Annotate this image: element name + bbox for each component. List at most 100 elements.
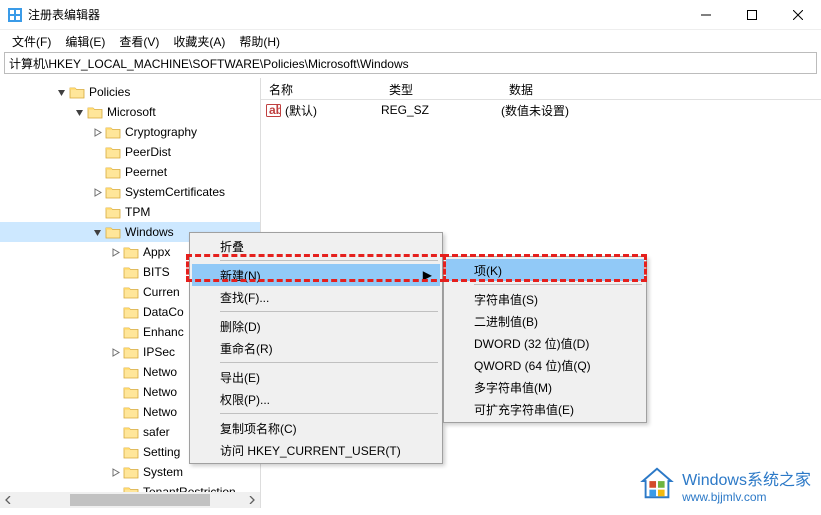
menu-file[interactable]: 文件(F) bbox=[6, 31, 57, 52]
ctx-new-multistring[interactable]: 多字符串值(M) bbox=[446, 376, 644, 398]
regedit-icon bbox=[8, 8, 22, 22]
menubar: 文件(F) 编辑(E) 查看(V) 收藏夹(A) 帮助(H) bbox=[0, 30, 821, 52]
submenu-arrow-icon: ▶ bbox=[423, 268, 432, 282]
ctx-separator bbox=[220, 311, 438, 312]
ctx-new-key[interactable]: 项(K) bbox=[446, 259, 644, 281]
tree-item[interactable]: Microsoft bbox=[0, 102, 260, 122]
chevron-right-icon[interactable] bbox=[90, 185, 104, 199]
col-data[interactable]: 数据 bbox=[501, 78, 821, 99]
watermark-main: Windows系统之家 bbox=[682, 466, 811, 490]
window-controls bbox=[683, 0, 821, 29]
ctx-export[interactable]: 导出(E) bbox=[192, 366, 440, 388]
tree-item-label: System bbox=[143, 465, 183, 479]
folder-icon bbox=[123, 325, 139, 339]
watermark: Windows系统之家 www.bjjmlv.com bbox=[638, 464, 811, 505]
maximize-button[interactable] bbox=[729, 0, 775, 29]
menu-help[interactable]: 帮助(H) bbox=[233, 31, 286, 52]
ctx-new-string[interactable]: 字符串值(S) bbox=[446, 288, 644, 310]
ctx-goto-hkcu[interactable]: 访问 HKEY_CURRENT_USER(T) bbox=[192, 439, 440, 461]
menu-favorites[interactable]: 收藏夹(A) bbox=[167, 31, 231, 52]
tree-item-label: Setting bbox=[143, 445, 180, 459]
tree-item-label: safer bbox=[143, 425, 170, 439]
tree-item[interactable]: Cryptography bbox=[0, 122, 260, 142]
ctx-new-dword[interactable]: DWORD (32 位)值(D) bbox=[446, 332, 644, 354]
folder-icon bbox=[123, 385, 139, 399]
chevron-right-icon[interactable] bbox=[108, 345, 122, 359]
folder-icon bbox=[105, 225, 121, 239]
tree-item-label: Microsoft bbox=[107, 105, 156, 119]
ctx-new[interactable]: 新建(N) ▶ bbox=[192, 264, 440, 286]
cell-name: (默认) bbox=[285, 102, 381, 119]
folder-icon bbox=[123, 245, 139, 259]
tree-scrollbar-horizontal[interactable] bbox=[0, 492, 260, 508]
col-name[interactable]: 名称 bbox=[261, 78, 381, 99]
tree-item[interactable]: PeerDist bbox=[0, 142, 260, 162]
folder-icon bbox=[123, 465, 139, 479]
ctx-separator bbox=[220, 413, 438, 414]
tree-item-label: Windows bbox=[125, 225, 174, 239]
context-menu-primary: 折叠 新建(N) ▶ 查找(F)... 删除(D) 重命名(R) 导出(E) 权… bbox=[189, 232, 443, 464]
tree-item[interactable]: TPM bbox=[0, 202, 260, 222]
minimize-button[interactable] bbox=[683, 0, 729, 29]
tree-item-label: Policies bbox=[89, 85, 130, 99]
folder-icon bbox=[123, 285, 139, 299]
watermark-text: Windows系统之家 www.bjjmlv.com bbox=[682, 466, 811, 504]
folder-icon bbox=[123, 265, 139, 279]
folder-icon bbox=[105, 145, 121, 159]
scroll-right-icon[interactable] bbox=[244, 492, 260, 508]
folder-icon bbox=[69, 85, 85, 99]
ctx-new-binary[interactable]: 二进制值(B) bbox=[446, 310, 644, 332]
folder-icon bbox=[87, 105, 103, 119]
ctx-find[interactable]: 查找(F)... bbox=[192, 286, 440, 308]
folder-icon bbox=[105, 165, 121, 179]
folder-icon bbox=[105, 205, 121, 219]
tree-item-label: Netwo bbox=[143, 385, 177, 399]
scroll-left-icon[interactable] bbox=[0, 492, 16, 508]
chevron-down-icon[interactable] bbox=[54, 85, 68, 99]
tree-item-label: Enhanc bbox=[143, 325, 184, 339]
close-button[interactable] bbox=[775, 0, 821, 29]
ctx-new-qword[interactable]: QWORD (64 位)值(Q) bbox=[446, 354, 644, 376]
folder-icon bbox=[105, 185, 121, 199]
watermark-logo-icon bbox=[638, 464, 676, 505]
tree-item-label: Peernet bbox=[125, 165, 167, 179]
folder-icon bbox=[105, 125, 121, 139]
tree-item[interactable]: System bbox=[0, 462, 260, 482]
menu-edit[interactable]: 编辑(E) bbox=[59, 31, 111, 52]
ctx-permissions[interactable]: 权限(P)... bbox=[192, 388, 440, 410]
ctx-new-label: 新建(N) bbox=[220, 267, 261, 284]
list-row[interactable]: ab (默认) REG_SZ (数值未设置) bbox=[261, 100, 821, 120]
folder-icon bbox=[123, 405, 139, 419]
tree-item-label: Appx bbox=[143, 245, 170, 259]
string-value-icon: ab bbox=[265, 102, 281, 118]
ctx-separator bbox=[220, 260, 438, 261]
address-bar[interactable]: 计算机\HKEY_LOCAL_MACHINE\SOFTWARE\Policies… bbox=[4, 52, 817, 74]
tree-item-label: TPM bbox=[125, 205, 150, 219]
ctx-separator bbox=[220, 362, 438, 363]
folder-icon bbox=[123, 425, 139, 439]
chevron-down-icon[interactable] bbox=[72, 105, 86, 119]
chevron-right-icon[interactable] bbox=[108, 465, 122, 479]
menu-view[interactable]: 查看(V) bbox=[113, 31, 165, 52]
ctx-copy-keyname[interactable]: 复制项名称(C) bbox=[192, 417, 440, 439]
folder-icon bbox=[123, 305, 139, 319]
folder-icon bbox=[123, 345, 139, 359]
chevron-right-icon[interactable] bbox=[108, 245, 122, 259]
tree-item-label: Cryptography bbox=[125, 125, 197, 139]
chevron-down-icon[interactable] bbox=[90, 225, 104, 239]
watermark-url: www.bjjmlv.com bbox=[682, 490, 811, 504]
ctx-rename[interactable]: 重命名(R) bbox=[192, 337, 440, 359]
col-type[interactable]: 类型 bbox=[381, 78, 501, 99]
titlebar: 注册表编辑器 bbox=[0, 0, 821, 30]
tree-item[interactable]: Peernet bbox=[0, 162, 260, 182]
chevron-right-icon[interactable] bbox=[90, 125, 104, 139]
ctx-delete[interactable]: 删除(D) bbox=[192, 315, 440, 337]
ctx-collapse[interactable]: 折叠 bbox=[192, 235, 440, 257]
tree-item[interactable]: SystemCertificates bbox=[0, 182, 260, 202]
window-title: 注册表编辑器 bbox=[28, 6, 683, 23]
list-header: 名称 类型 数据 bbox=[261, 78, 821, 100]
tree-item-label: PeerDist bbox=[125, 145, 171, 159]
tree-item[interactable]: Policies bbox=[0, 82, 260, 102]
ctx-new-expandstring[interactable]: 可扩充字符串值(E) bbox=[446, 398, 644, 420]
scroll-thumb[interactable] bbox=[70, 494, 210, 506]
